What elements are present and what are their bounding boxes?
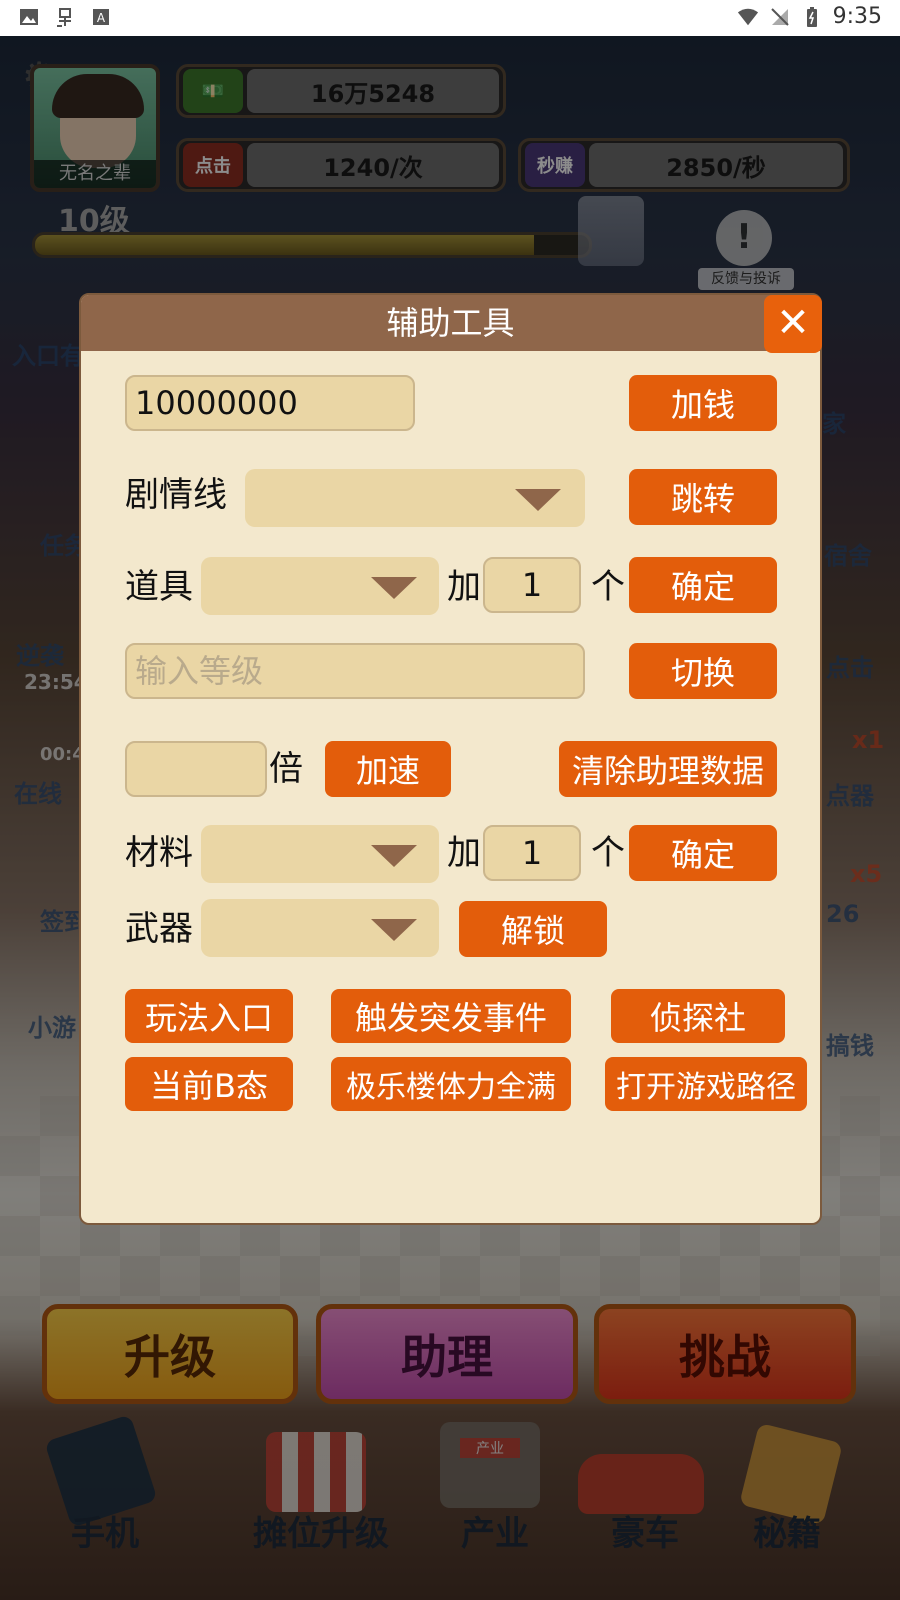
chevron-down-icon [371, 919, 417, 941]
level-input-field[interactable] [125, 643, 585, 699]
item-add-label: 加 [447, 567, 481, 607]
weapon-select[interactable] [201, 899, 439, 957]
material-select[interactable] [201, 825, 439, 883]
close-button[interactable]: ✕ [764, 295, 822, 353]
speed-input[interactable] [127, 743, 265, 795]
gallery-icon [20, 9, 38, 25]
item-confirm-button[interactable]: 确定 [629, 557, 777, 613]
item-select[interactable] [201, 557, 439, 615]
trigger-event-button[interactable]: 触发突发事件 [331, 989, 571, 1043]
material-label: 材料 [125, 833, 193, 873]
wifi-icon [737, 8, 758, 25]
no-signal-icon [770, 7, 789, 26]
item-quantity-input[interactable]: 1 [483, 557, 581, 613]
storyline-select[interactable] [245, 469, 585, 527]
add-money-button[interactable]: 加钱 [629, 375, 777, 431]
switch-button[interactable]: 切换 [629, 643, 777, 699]
chevron-down-icon [371, 577, 417, 599]
material-confirm-button[interactable]: 确定 [629, 825, 777, 881]
fill-stamina-button[interactable]: 极乐楼体力全满 [331, 1057, 571, 1111]
current-b-state-button[interactable]: 当前B态 [125, 1057, 293, 1111]
storyline-label: 剧情线 [125, 475, 227, 515]
level-input[interactable] [127, 645, 583, 697]
chevron-down-icon [515, 489, 561, 511]
bug-icon [57, 8, 71, 27]
chevron-down-icon [371, 845, 417, 867]
speed-multiplier-input[interactable] [125, 741, 267, 797]
clear-assistant-data-button[interactable]: 清除助理数据 [559, 741, 777, 797]
material-unit-label: 个 [591, 833, 625, 873]
item-unit-label: 个 [591, 567, 625, 607]
unlock-button[interactable]: 解锁 [459, 901, 607, 957]
open-game-path-button[interactable]: 打开游戏路径 [605, 1057, 807, 1111]
times-label: 倍 [269, 749, 303, 789]
clock: 9:35 [832, 4, 882, 29]
status-bar: A 9:35 [0, 0, 900, 36]
material-quantity-input[interactable]: 1 [483, 825, 581, 881]
material-add-label: 加 [447, 833, 481, 873]
weapon-label: 武器 [125, 909, 193, 949]
gameplay-entry-button[interactable]: 玩法入口 [125, 989, 293, 1043]
detective-agency-button[interactable]: 侦探社 [611, 989, 785, 1043]
item-label: 道具 [125, 567, 193, 607]
money-input-field[interactable] [125, 375, 415, 431]
jump-button[interactable]: 跳转 [629, 469, 777, 525]
battery-icon [806, 6, 817, 27]
money-input[interactable] [127, 377, 413, 429]
dialog-title: 辅助工具 [81, 295, 820, 351]
svg-text:A: A [97, 11, 106, 25]
font-icon: A [93, 9, 109, 25]
helper-tools-dialog: 辅助工具 ✕ 加钱 剧情线 跳转 道具 加 1 个 确定 切换 倍 加速 清除助… [79, 293, 822, 1225]
speed-up-button[interactable]: 加速 [325, 741, 451, 797]
